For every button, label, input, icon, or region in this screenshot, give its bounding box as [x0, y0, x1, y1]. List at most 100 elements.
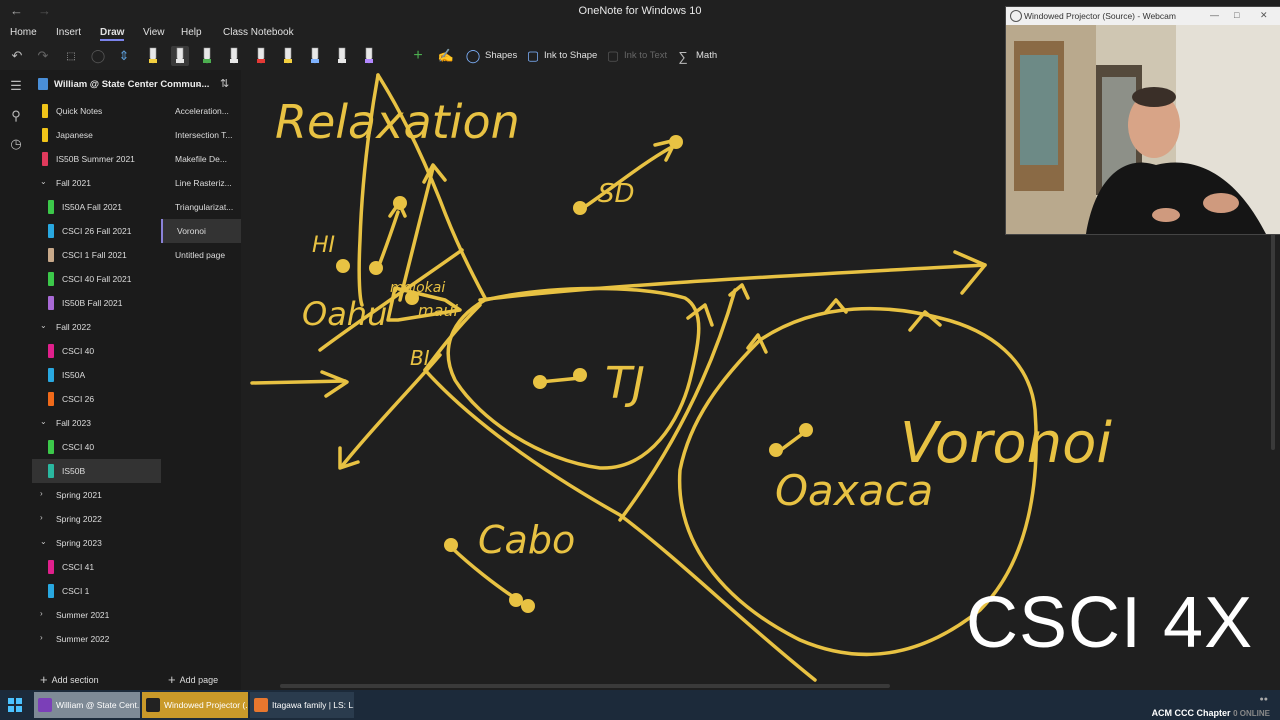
- page-item[interactable]: Line Rasteriz...: [161, 171, 241, 195]
- section-item[interactable]: IS50A Fall 2021: [32, 195, 161, 219]
- page-item[interactable]: Untitled page: [161, 243, 241, 267]
- section-item[interactable]: IS50B: [32, 459, 161, 483]
- section-group[interactable]: ⌄ Fall 2023: [32, 411, 161, 435]
- pen-8-icon[interactable]: [333, 46, 351, 66]
- ink-site-dot: [533, 375, 547, 389]
- section-item[interactable]: IS50B Fall 2021: [32, 291, 161, 315]
- tab-home[interactable]: Home: [10, 27, 37, 38]
- redo-icon[interactable]: ↷: [34, 46, 52, 66]
- page-label: Line Rasteriz...: [175, 178, 232, 188]
- pen-3-icon[interactable]: [198, 46, 216, 66]
- section-item[interactable]: CSCI 41: [32, 555, 161, 579]
- math-icon[interactable]: ∑: [676, 46, 690, 66]
- section-item[interactable]: CSCI 40: [32, 435, 161, 459]
- ink-to-shape-button[interactable]: Ink to Shape: [544, 50, 597, 61]
- section-group[interactable]: › Summer 2021: [32, 603, 161, 627]
- pen-9-icon[interactable]: [360, 46, 378, 66]
- ink-to-shape-icon[interactable]: ▢: [526, 46, 540, 66]
- chevron-down-icon[interactable]: ⌄: [40, 417, 47, 426]
- ink-word-voronoi: Voronoi: [900, 411, 1112, 476]
- page-item[interactable]: Intersection T...: [161, 123, 241, 147]
- pen-6-icon[interactable]: [279, 46, 297, 66]
- section-group[interactable]: ⌄ Spring 2023: [32, 531, 161, 555]
- chevron-right-icon[interactable]: ›: [40, 633, 43, 642]
- chevron-right-icon[interactable]: ›: [40, 609, 43, 618]
- clock-icon[interactable]: ●●: [1260, 696, 1268, 703]
- eraser-icon[interactable]: ⇕: [114, 46, 134, 66]
- pen-4-icon[interactable]: [225, 46, 243, 66]
- add-section-button[interactable]: + Add section: [40, 672, 99, 687]
- notebooks-icon[interactable]: ☰: [8, 78, 24, 94]
- chevron-down-icon[interactable]: ⌄: [40, 177, 47, 186]
- maximize-icon[interactable]: □: [1234, 10, 1239, 20]
- ink-site-dot: [669, 135, 683, 149]
- page-label: Intersection T...: [175, 130, 233, 140]
- section-item[interactable]: Japanese: [32, 123, 161, 147]
- section-label: IS50B Summer 2021: [56, 154, 135, 164]
- pen-1-icon[interactable]: [144, 46, 162, 66]
- math-button[interactable]: Math: [696, 50, 717, 61]
- tab-class-notebook[interactable]: Class Notebook: [223, 27, 294, 38]
- section-label: CSCI 1: [62, 586, 90, 596]
- chevron-right-icon[interactable]: ›: [40, 513, 43, 522]
- section-item[interactable]: CSCI 26 Fall 2021: [32, 219, 161, 243]
- horizontal-scrollbar[interactable]: [280, 684, 890, 688]
- webcam-projector-window[interactable]: Windowed Projector (Source) - Webcam — □…: [1005, 6, 1280, 235]
- section-color-tab: [48, 248, 54, 262]
- ink-site-dot: [769, 443, 783, 457]
- webcam-title-bar[interactable]: Windowed Projector (Source) - Webcam — □…: [1006, 7, 1280, 25]
- add-page-button[interactable]: + Add page: [168, 672, 218, 687]
- taskbar-app-button[interactable]: Itagawa family | LS: L...: [250, 692, 354, 718]
- windows-start-icon[interactable]: [8, 698, 22, 712]
- taskbar-app-button[interactable]: William @ State Cent...: [34, 692, 140, 718]
- chevron-right-icon[interactable]: ›: [40, 489, 43, 498]
- tab-view[interactable]: View: [143, 27, 165, 38]
- add-pen-icon[interactable]: +: [410, 46, 426, 66]
- webcam-title: Windowed Projector (Source) - Webcam: [1024, 11, 1176, 21]
- page-item[interactable]: Voronoi: [161, 219, 243, 243]
- recent-icon[interactable]: ◷: [8, 136, 24, 152]
- shapes-icon[interactable]: ◯: [466, 46, 481, 66]
- ink-stroke: [320, 370, 349, 398]
- section-group[interactable]: › Spring 2022: [32, 507, 161, 531]
- section-group[interactable]: ⌄ Fall 2022: [32, 315, 161, 339]
- add-space-icon[interactable]: ◯: [88, 46, 108, 66]
- pen-2-icon[interactable]: [171, 46, 189, 66]
- close-icon[interactable]: ✕: [1260, 10, 1268, 21]
- page-item[interactable]: Triangularizat...: [161, 195, 241, 219]
- section-group[interactable]: › Spring 2021: [32, 483, 161, 507]
- minimize-icon[interactable]: —: [1210, 10, 1219, 20]
- section-item[interactable]: CSCI 1 Fall 2021: [32, 243, 161, 267]
- section-item[interactable]: Quick Notes: [32, 99, 161, 123]
- section-group[interactable]: › Summer 2022: [32, 627, 161, 651]
- section-item[interactable]: CSCI 1: [32, 579, 161, 603]
- tab-insert[interactable]: Insert: [56, 27, 81, 38]
- undo-icon[interactable]: ↶: [8, 46, 26, 66]
- section-group-label: Fall 2021: [56, 178, 91, 188]
- pen-5-icon[interactable]: [252, 46, 270, 66]
- section-group[interactable]: ⌄ Fall 2021: [32, 171, 161, 195]
- section-item[interactable]: IS50B Summer 2021: [32, 147, 161, 171]
- chevron-down-icon[interactable]: ⌄: [40, 537, 47, 546]
- section-label: CSCI 26 Fall 2021: [62, 226, 132, 236]
- section-item[interactable]: CSCI 40: [32, 339, 161, 363]
- sort-icon[interactable]: ⇅: [220, 77, 229, 90]
- notebook-switcher[interactable]: William @ State Center Commun... ⌄ ⇅: [32, 74, 241, 94]
- chevron-down-icon[interactable]: ⌄: [40, 321, 47, 330]
- chevron-down-icon[interactable]: ⌄: [195, 78, 203, 89]
- section-item[interactable]: CSCI 40 Fall 2021: [32, 267, 161, 291]
- page-item[interactable]: Makefile De...: [161, 147, 241, 171]
- ink-site-dot: [369, 261, 383, 275]
- section-item[interactable]: IS50A: [32, 363, 161, 387]
- section-item[interactable]: CSCI 26: [32, 387, 161, 411]
- pen-7-icon[interactable]: [306, 46, 324, 66]
- ruler-icon[interactable]: ✍: [438, 46, 454, 66]
- page-item[interactable]: Acceleration...: [161, 99, 241, 123]
- search-icon[interactable]: ⚲: [8, 108, 24, 124]
- lasso-select-icon[interactable]: ⬚: [60, 46, 82, 66]
- plus-icon: +: [40, 672, 48, 687]
- tab-draw[interactable]: Draw: [100, 27, 125, 41]
- taskbar-app-button[interactable]: Windowed Projector (...: [142, 692, 248, 718]
- tab-help[interactable]: Help: [181, 27, 202, 38]
- shapes-button[interactable]: Shapes: [485, 50, 517, 61]
